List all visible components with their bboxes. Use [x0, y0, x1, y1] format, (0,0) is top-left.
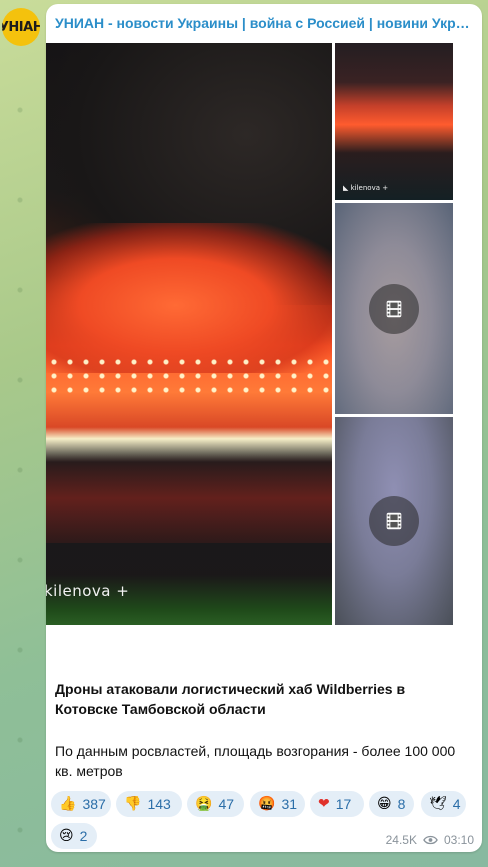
crying-face-icon: 😢: [59, 828, 74, 844]
heart-icon: ❤: [318, 796, 330, 812]
view-count: 24.5K: [385, 833, 417, 847]
post-headline: Дроны атаковали логистический хаб Wildbe…: [55, 681, 406, 717]
photo-thumb-1[interactable]: ◣ kilenova +: [335, 43, 453, 200]
reaction-heart[interactable]: ❤ 17: [310, 791, 364, 817]
thumb-watermark: ◣ kilenova +: [343, 184, 389, 192]
reaction-count: 47: [218, 796, 235, 812]
reaction-count: 143: [147, 796, 171, 812]
reaction-count: 387: [82, 796, 106, 812]
post-body: По данным росвластей, площадь возгорания…: [55, 743, 456, 779]
reaction-count: 2: [79, 828, 88, 844]
eye-icon: [423, 835, 438, 845]
film-icon[interactable]: [369, 496, 419, 546]
thumbs-up-icon: 👍: [59, 796, 77, 812]
reaction-count: 8: [397, 796, 406, 812]
vomit-face-icon: 🤮: [195, 796, 213, 812]
reaction-thumbs-down[interactable]: 👎 143: [116, 791, 182, 817]
channel-avatar[interactable]: УНІАН: [2, 8, 40, 46]
film-icon[interactable]: [369, 283, 419, 334]
reaction-cry[interactable]: 😢 2: [51, 823, 97, 849]
message-bubble: УНИАН - новости Украины | война с Россие…: [46, 4, 482, 852]
photo-watermark: kilenova +: [46, 582, 130, 600]
photo-main[interactable]: kilenova +: [46, 43, 332, 625]
avatar-text: УНІАН: [2, 19, 40, 35]
reaction-vomit[interactable]: 🤮 47: [187, 791, 244, 817]
reaction-count: 17: [335, 796, 352, 812]
reaction-dove[interactable]: 🕊 4: [421, 791, 466, 817]
message-time: 03:10: [443, 833, 474, 847]
lights-row: [46, 355, 332, 395]
angry-face-icon: 🤬: [258, 796, 276, 812]
reaction-thumbs-up[interactable]: 👍 387: [51, 791, 111, 817]
channel-name[interactable]: УНИАН - новости Украины | война с Россие…: [55, 15, 475, 31]
reaction-angry[interactable]: 🤬 31: [250, 791, 305, 817]
dove-icon: 🕊: [429, 796, 447, 812]
fire-area: [46, 223, 332, 373]
message-meta: 24.5K 03:10: [386, 833, 474, 847]
water-reflection: [46, 453, 332, 543]
thumbs-down-icon: 👎: [124, 796, 142, 812]
video-thumb-2[interactable]: [335, 417, 453, 625]
video-thumb-1[interactable]: [335, 203, 453, 414]
reaction-grin[interactable]: 😁 8: [369, 791, 414, 817]
grin-face-icon: 😁: [377, 796, 392, 812]
reaction-count: 31: [281, 796, 298, 812]
reaction-count: 4: [452, 796, 461, 812]
